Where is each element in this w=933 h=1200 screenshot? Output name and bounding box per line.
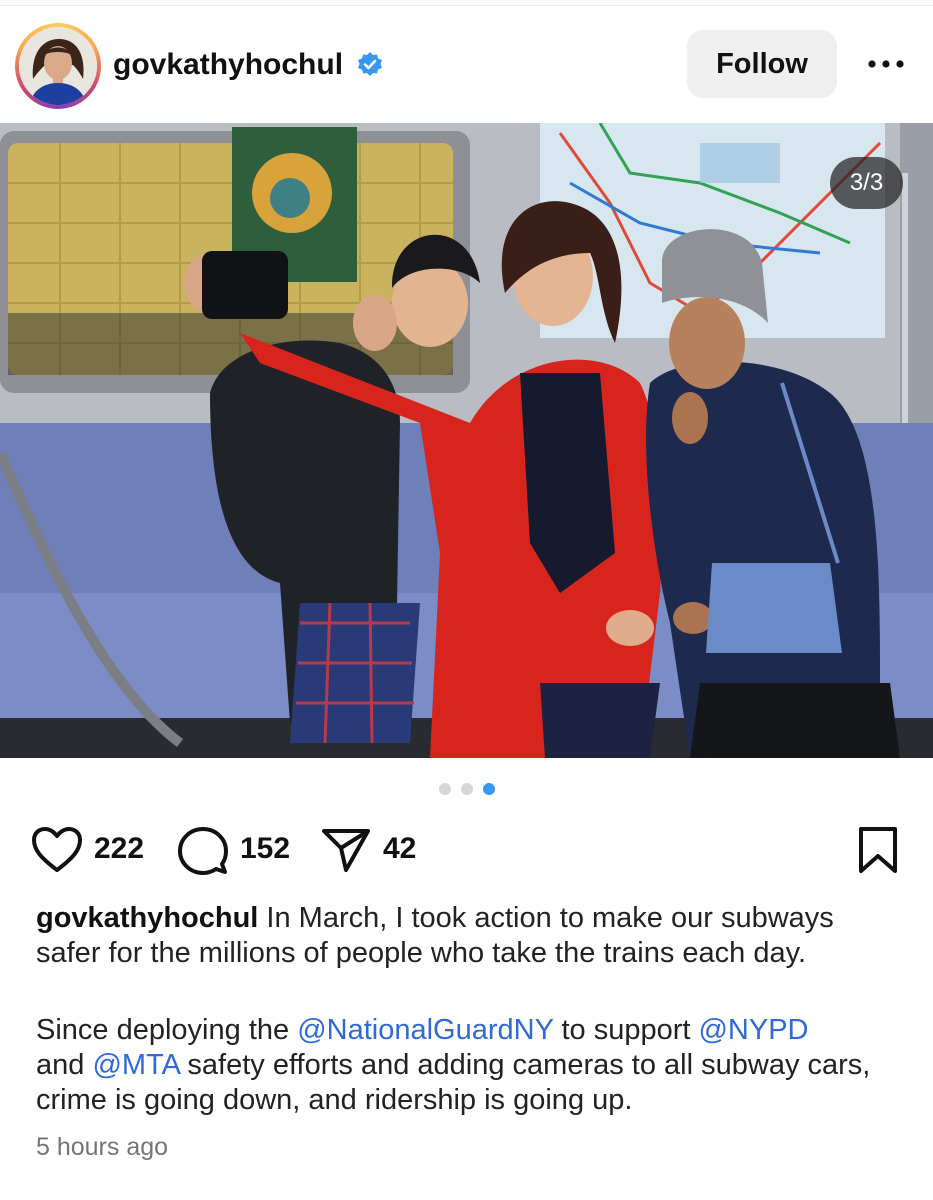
save-bookmark-icon[interactable]: [857, 826, 899, 874]
comment-bubble-icon[interactable]: [178, 826, 228, 876]
caption-text: Since deploying the: [36, 1014, 298, 1046]
top-divider: [0, 5, 933, 6]
like-count[interactable]: 222: [94, 832, 144, 866]
follow-button[interactable]: Follow: [687, 30, 837, 98]
caption-username[interactable]: govkathyhochul: [36, 902, 258, 934]
caption-paragraph-1: govkathyhochul In March, I took action t…: [36, 901, 906, 971]
caption-paragraph-2: Since deploying the @NationalGuardNY to …: [36, 1013, 906, 1118]
comment-count[interactable]: 152: [240, 832, 290, 866]
post-caption: govkathyhochul In March, I took action t…: [36, 901, 906, 1118]
like-heart-icon[interactable]: [31, 826, 83, 874]
share-count[interactable]: 42: [383, 832, 416, 866]
avatar-story-ring[interactable]: [15, 23, 101, 109]
carousel-dot: [439, 783, 451, 795]
post-timestamp: 5 hours ago: [36, 1133, 169, 1161]
post-header: govkathyhochul Follow: [0, 18, 933, 114]
mention-link-nationalguardny[interactable]: @NationalGuardNY: [297, 1014, 553, 1046]
share-paper-plane-icon[interactable]: [321, 826, 371, 874]
verified-badge-icon: [358, 52, 382, 76]
mention-link-mta[interactable]: @MTA: [92, 1049, 179, 1081]
media-counter-badge: 3/3: [830, 157, 903, 209]
carousel-indicator: [0, 783, 933, 795]
carousel-dot: [461, 783, 473, 795]
action-bar: 222 152 42: [0, 822, 933, 878]
username[interactable]: govkathyhochul: [113, 48, 343, 82]
caption-text: and: [36, 1049, 93, 1081]
caption-text: to support: [553, 1014, 699, 1046]
carousel-dot-active: [483, 783, 495, 795]
post-photo[interactable]: [0, 123, 933, 758]
subway-selfie-image: [0, 123, 933, 758]
more-horizontal-icon[interactable]: [866, 50, 906, 78]
avatar[interactable]: [19, 27, 97, 105]
mention-link-nypd[interactable]: @NYPD: [698, 1014, 808, 1046]
